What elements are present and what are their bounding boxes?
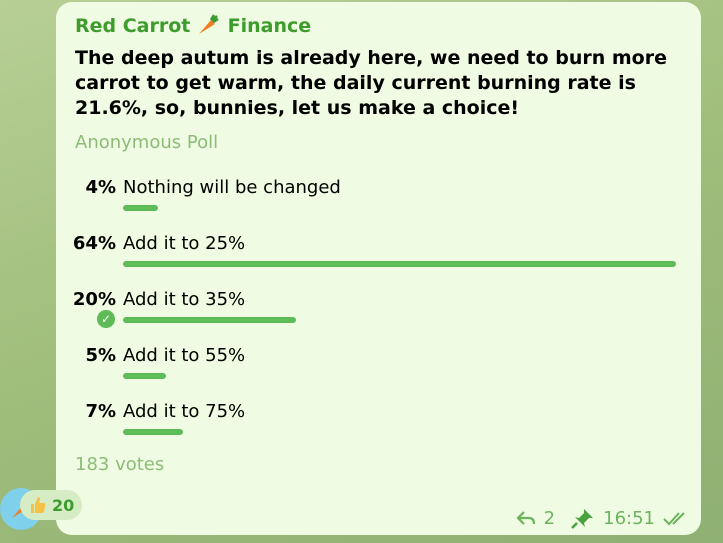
option-text: Add it to 35% [123, 289, 246, 310]
option-bar [123, 373, 167, 379]
option-text: Nothing will be changed [123, 177, 341, 198]
poll-option[interactable]: 64% Add it to 25% [56, 233, 701, 283]
option-bar-track [123, 373, 676, 379]
option-text: Add it to 75% [123, 401, 246, 422]
poll-option[interactable]: 20% Add it to 35% ✓ [56, 289, 701, 339]
sender-name[interactable]: Red Carrot Finance [75, 13, 311, 37]
option-percent: 7% [85, 401, 116, 422]
checkmark-icon: ✓ [97, 310, 115, 328]
option-bar-track [123, 261, 676, 267]
poll-question: The deep autum is already here, we need … [75, 47, 667, 119]
message-time: 16:51 [603, 507, 655, 529]
poll-option[interactable]: 7% Add it to 75% [56, 401, 701, 451]
poll-option[interactable]: 4% Nothing will be changed [56, 177, 701, 227]
votes-count[interactable]: 183 votes [75, 454, 164, 475]
thumbs-up-icon [31, 497, 46, 513]
option-percent: 64% [72, 233, 116, 254]
option-text: Add it to 25% [123, 233, 246, 254]
pin-icon [571, 509, 594, 529]
double-check-icon [663, 512, 685, 526]
carrot-icon [199, 14, 219, 34]
option-bar-track [123, 317, 676, 323]
option-bar [123, 317, 296, 323]
message-meta: 2 16:51 [516, 507, 689, 529]
reaction-badge[interactable]: 20 [20, 490, 83, 520]
option-bar-track [123, 429, 676, 435]
reaction-count: 20 [52, 495, 75, 515]
option-percent: 5% [85, 345, 116, 366]
option-bar-track [123, 205, 676, 211]
option-text: Add it to 55% [123, 345, 246, 366]
option-bar [123, 429, 184, 435]
option-percent: 20% [72, 289, 116, 310]
option-bar [123, 261, 676, 267]
poll-option[interactable]: 5% Add it to 55% [56, 345, 701, 395]
forward-count: 2 [543, 507, 556, 529]
poll-message-bubble: Red Carrot Finance The deep autum is alr… [56, 2, 701, 535]
option-bar [123, 205, 158, 211]
forward-icon [516, 511, 535, 525]
option-percent: 4% [85, 177, 116, 198]
poll-type-label: Anonymous Poll [75, 132, 219, 153]
